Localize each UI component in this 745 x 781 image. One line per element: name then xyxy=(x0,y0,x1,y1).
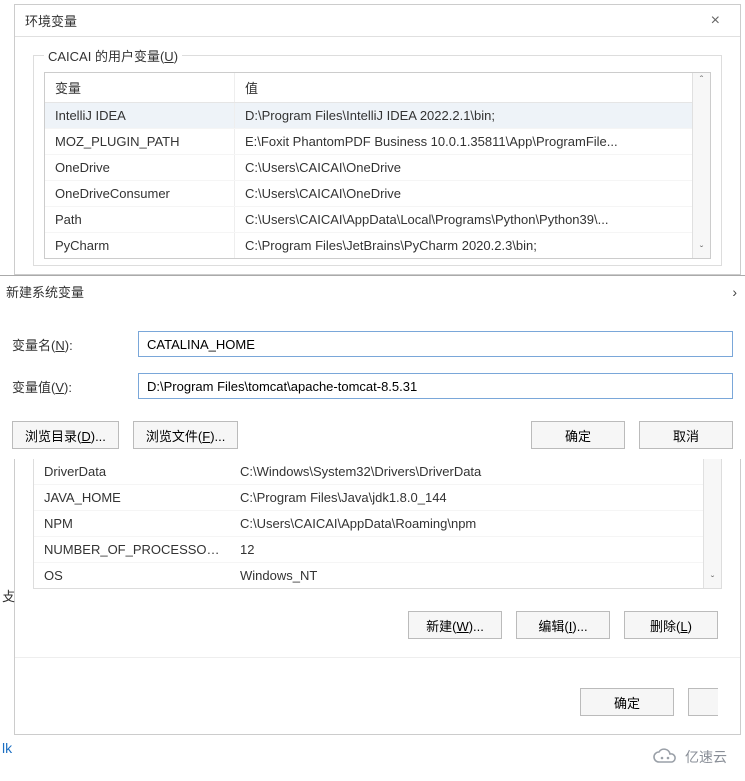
scroll-up-icon[interactable]: ˆ xyxy=(700,73,703,88)
new-system-var-dialog: 新建系统变量 › 变量名(N): 变量值(V): 浏览目录(D)... 浏览文件… xyxy=(0,275,745,459)
table-row[interactable]: Path C:\Users\CAICAI\AppData\Local\Progr… xyxy=(45,207,692,233)
table-row[interactable]: JAVA_HOME C:\Program Files\Java\jdk1.8.0… xyxy=(34,485,703,511)
edit-button[interactable]: 编辑(I)... xyxy=(516,611,610,639)
var-value-input[interactable] xyxy=(138,373,733,399)
cell-val: C:\Users\CAICAI\OneDrive xyxy=(235,181,692,206)
cell-var: IntelliJ IDEA xyxy=(45,103,235,128)
dialog-titlebar: 新建系统变量 › xyxy=(0,276,745,305)
col-header-value[interactable]: 值 xyxy=(235,73,692,102)
cell-var: OneDriveConsumer xyxy=(45,181,235,206)
cell-var: PyCharm xyxy=(45,233,235,258)
table-row[interactable]: NPM C:\Users\CAICAI\AppData\Roaming\npm xyxy=(34,511,703,537)
table-row[interactable]: NUMBER_OF_PROCESSORS 12 xyxy=(34,537,703,563)
chevron-right-icon[interactable]: › xyxy=(732,284,737,300)
table-row[interactable]: IntelliJ IDEA D:\Program Files\IntelliJ … xyxy=(45,103,692,129)
col-header-variable[interactable]: 变量 xyxy=(45,73,235,102)
scrollbar[interactable]: ˇ xyxy=(703,459,721,588)
titlebar: 环境变量 × xyxy=(15,5,740,37)
row-var-name: 变量名(N): xyxy=(0,323,745,361)
cell-var: Path xyxy=(45,207,235,232)
watermark: 亿速云 xyxy=(643,743,735,771)
system-vars-table[interactable]: DriverData C:\Windows\System32\Drivers\D… xyxy=(33,459,722,589)
new-button[interactable]: 新建(W)... xyxy=(408,611,502,639)
row-var-value: 变量值(V): xyxy=(0,361,745,403)
table-row[interactable]: PyCharm C:\Program Files\JetBrains\PyCha… xyxy=(45,233,692,258)
table-row[interactable]: OneDrive C:\Users\CAICAI\OneDrive xyxy=(45,155,692,181)
cell-var: OneDrive xyxy=(45,155,235,180)
cell-val: C:\Users\CAICAI\AppData\Local\Programs\P… xyxy=(235,207,692,232)
cell-var: NUMBER_OF_PROCESSORS xyxy=(34,537,230,562)
user-vars-legend: CAICAI 的用户变量(U) xyxy=(44,46,182,65)
var-name-input[interactable] xyxy=(138,331,733,357)
cell-val: 12 xyxy=(230,537,703,562)
table-row[interactable]: OS Windows_NT xyxy=(34,563,703,588)
cell-var: MOZ_PLUGIN_PATH xyxy=(45,129,235,154)
browse-dir-button[interactable]: 浏览目录(D)... xyxy=(12,421,119,449)
cell-val: C:\Program Files\JetBrains\PyCharm 2020.… xyxy=(235,233,692,258)
cell-val: C:\Users\CAICAI\OneDrive xyxy=(235,155,692,180)
cancel-button[interactable]: 取消 xyxy=(639,421,733,449)
final-partial-button[interactable] xyxy=(688,688,718,716)
cell-var: JAVA_HOME xyxy=(34,485,230,510)
scroll-down-icon[interactable]: ˇ xyxy=(700,243,703,258)
cell-var: OS xyxy=(34,563,230,588)
browse-file-button[interactable]: 浏览文件(F)... xyxy=(133,421,238,449)
cell-var: DriverData xyxy=(34,459,230,484)
window-title: 环境变量 xyxy=(25,11,77,30)
close-icon[interactable]: × xyxy=(701,12,730,30)
final-ok-button[interactable]: 确定 xyxy=(580,688,674,716)
dialog-title: 新建系统变量 xyxy=(6,282,84,301)
table-row[interactable]: OneDriveConsumer C:\Users\CAICAI\OneDriv… xyxy=(45,181,692,207)
cell-val: Windows_NT xyxy=(230,563,703,588)
ok-button[interactable]: 确定 xyxy=(531,421,625,449)
final-buttons: 确定 xyxy=(15,657,740,730)
table-row[interactable]: DriverData C:\Windows\System32\Drivers\D… xyxy=(34,459,703,485)
watermark-text: 亿速云 xyxy=(685,747,727,767)
side-fragment: 攴 xyxy=(2,586,15,605)
table-row[interactable]: MOZ_PLUGIN_PATH E:\Foxit PhantomPDF Busi… xyxy=(45,129,692,155)
cell-val: C:\Program Files\Java\jdk1.8.0_144 xyxy=(230,485,703,510)
cell-val: C:\Users\CAICAI\AppData\Roaming\npm xyxy=(230,511,703,536)
cell-var: NPM xyxy=(34,511,230,536)
system-vars-buttons: 新建(W)... 编辑(I)... 删除(L) xyxy=(15,589,740,649)
delete-button[interactable]: 删除(L) xyxy=(624,611,718,639)
user-vars-fieldset: CAICAI 的用户变量(U) 变量 值 IntelliJ IDEA D:\Pr… xyxy=(33,55,722,266)
dialog-button-row: 浏览目录(D)... 浏览文件(F)... 确定 取消 xyxy=(0,403,745,459)
env-vars-window: 环境变量 × CAICAI 的用户变量(U) 变量 值 IntelliJ IDE… xyxy=(14,4,741,275)
cell-val: E:\Foxit PhantomPDF Business 10.0.1.3581… xyxy=(235,129,692,154)
cell-val: C:\Windows\System32\Drivers\DriverData xyxy=(230,459,703,484)
table-header: 变量 值 xyxy=(45,73,692,103)
side-fragment-lk: lk xyxy=(2,740,12,756)
scroll-down-icon[interactable]: ˇ xyxy=(711,573,714,588)
user-vars-table[interactable]: 变量 值 IntelliJ IDEA D:\Program Files\Inte… xyxy=(44,72,711,259)
scrollbar[interactable]: ˆ ˇ xyxy=(692,73,710,258)
cell-val: D:\Program Files\IntelliJ IDEA 2022.2.1\… xyxy=(235,103,692,128)
label-var-name: 变量名(N): xyxy=(12,335,138,354)
cloud-icon xyxy=(651,748,679,766)
label-var-value: 变量值(V): xyxy=(12,377,138,396)
